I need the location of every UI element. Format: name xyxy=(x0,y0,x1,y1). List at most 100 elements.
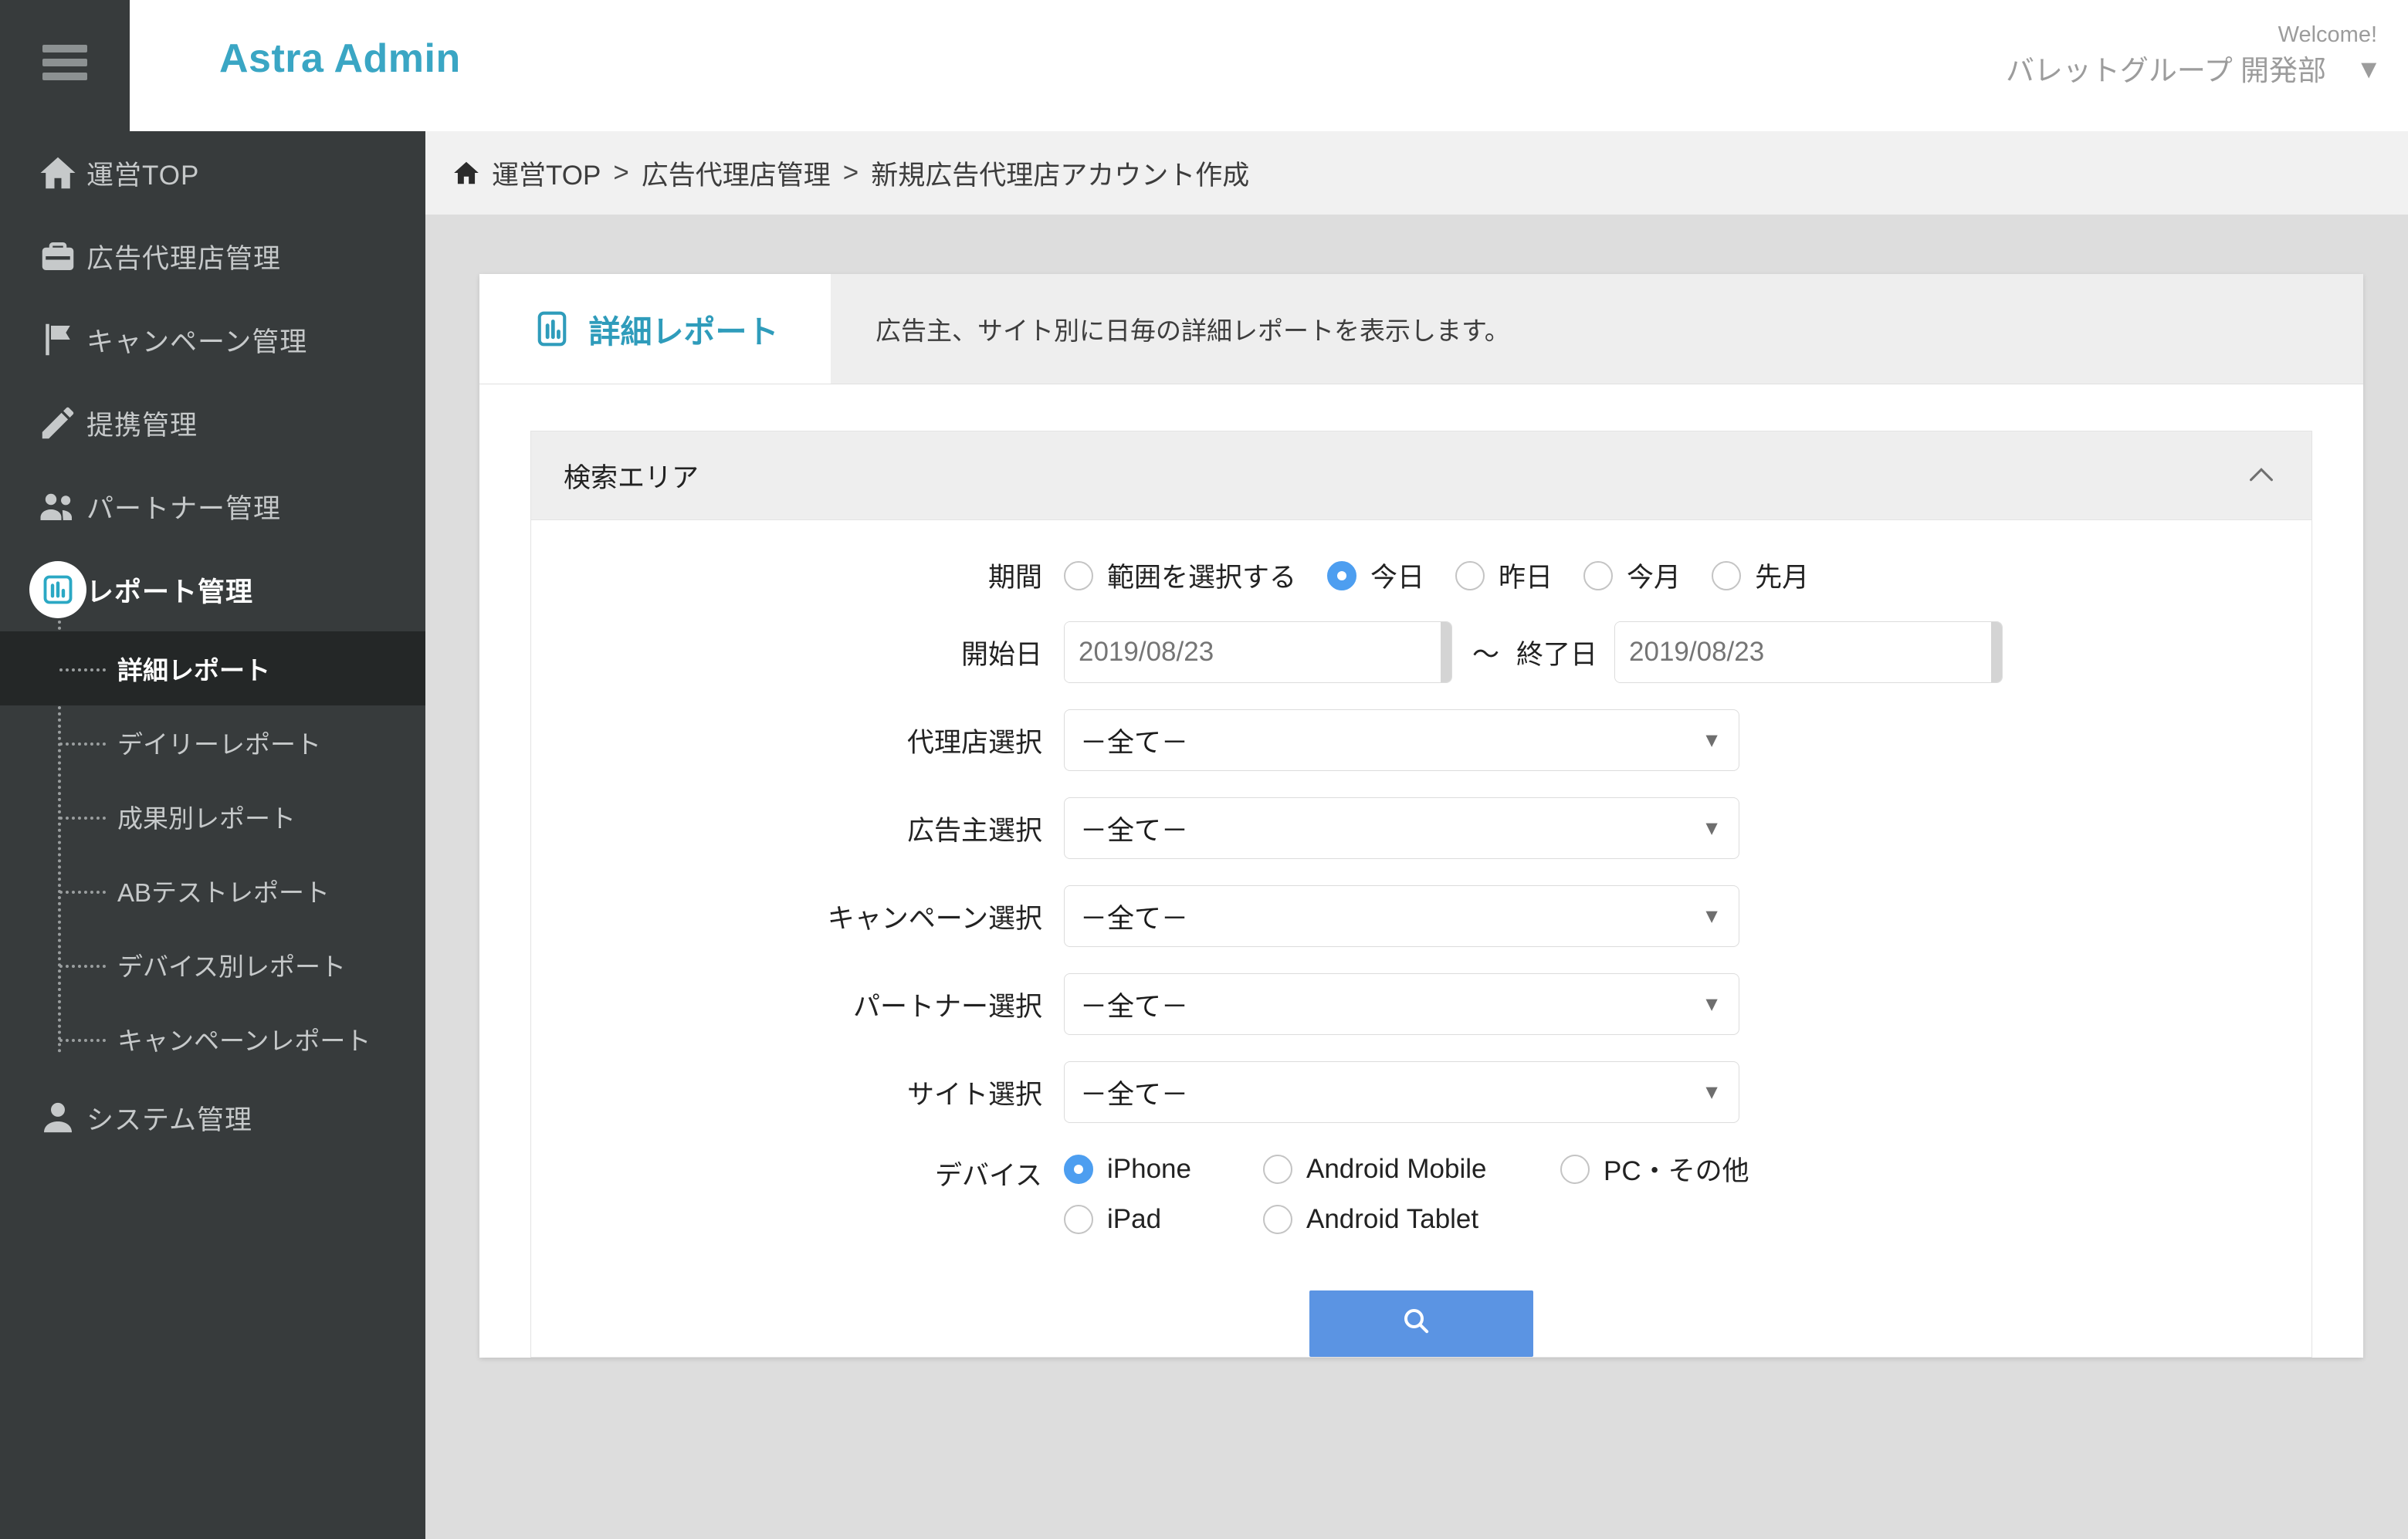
radio-dot xyxy=(1327,560,1357,590)
search-button[interactable] xyxy=(1309,1290,1533,1357)
end-date-label: 終了日 xyxy=(1516,639,1598,670)
radio-dot xyxy=(1064,1205,1093,1234)
chevron-down-icon: ▼ xyxy=(1702,728,1722,752)
radio-label: PC・その他 xyxy=(1604,1156,1749,1186)
sidebar-subitem-label: キャンペーンレポート xyxy=(117,1027,371,1055)
radio-dot xyxy=(1064,1154,1093,1184)
flag-icon xyxy=(29,319,86,360)
end-date-input[interactable] xyxy=(1615,622,1992,682)
device-radio-pc-other[interactable]: PC・その他 xyxy=(1560,1149,1815,1189)
device-radio-ipad[interactable]: iPad xyxy=(1064,1204,1232,1235)
sidebar-item-operation-top[interactable]: 運営TOP xyxy=(0,131,425,215)
start-date-field[interactable] xyxy=(1064,621,1452,683)
user-menu[interactable]: Welcome! バレットグループ 開発部 ▼ xyxy=(2005,19,2382,91)
chevron-down-icon[interactable]: ▼ xyxy=(2356,55,2382,85)
sidebar-subitem-label: 詳細レポート xyxy=(117,656,270,685)
partner-select-label: パートナー選択 xyxy=(852,991,1042,1022)
chevron-down-icon: ▼ xyxy=(1702,816,1722,840)
period-options: 範囲を選択する 今日 昨日 今月 先月 xyxy=(1064,556,1840,595)
sidebar-item-system-management[interactable]: システム管理 xyxy=(0,1076,425,1159)
chevron-down-icon: ▼ xyxy=(1702,904,1722,928)
home-icon xyxy=(29,152,86,194)
tab-description: 広告主、サイト別に日毎の詳細レポートを表示します。 xyxy=(831,274,2363,384)
start-date-input[interactable] xyxy=(1065,622,1441,682)
main-content: 運営TOP > 広告代理店管理 > 新規広告代理店アカウント作成 詳細レポート … xyxy=(425,131,2408,1539)
device-radio-android-mobile[interactable]: Android Mobile xyxy=(1263,1154,1529,1185)
tab-detail-report[interactable]: 詳細レポート xyxy=(479,274,831,384)
radio-dot xyxy=(1263,1205,1292,1234)
sidebar-subitem-campaign-report[interactable]: キャンペーンレポート xyxy=(0,1002,425,1076)
radio-dot xyxy=(1455,560,1485,590)
sidebar-item-label: キャンペーン管理 xyxy=(86,326,308,357)
period-radio-yesterday[interactable]: 昨日 xyxy=(1455,556,1553,595)
chart-icon xyxy=(29,561,86,618)
breadcrumb: 運営TOP > 広告代理店管理 > 新規広告代理店アカウント作成 xyxy=(425,131,2408,215)
search-submit-wrap xyxy=(531,1261,2311,1357)
sidebar-submenu-reports: 詳細レポート デイリーレポート 成果別レポート ABテストレポート デバイス別レ… xyxy=(0,621,425,1076)
radio-label: iPad xyxy=(1107,1204,1162,1234)
sidebar-item-agency-management[interactable]: 広告代理店管理 xyxy=(0,215,425,298)
site-select-row: サイト選択 －全て－ ▼ xyxy=(531,1061,2311,1123)
advertiser-select[interactable]: －全て－ ▼ xyxy=(1064,797,1739,859)
pencil-icon xyxy=(29,402,86,444)
period-label: 期間 xyxy=(987,563,1042,593)
search-panel: 検索エリア 期間 範囲を選択する 今日 昨日 今月 先月 開始日 2019/08… xyxy=(479,384,2363,1358)
select-value: －全て－ xyxy=(1080,991,1189,1022)
site-select-label: サイト選択 xyxy=(906,1079,1042,1110)
sidebar-item-partner-management[interactable]: パートナー管理 xyxy=(0,465,425,548)
sidebar-subitem-daily-report[interactable]: デイリーレポート xyxy=(0,705,425,780)
radio-dot xyxy=(1064,560,1093,590)
search-panel-title: 検索エリア xyxy=(564,462,699,493)
home-icon xyxy=(452,158,481,188)
breadcrumb-item-0[interactable]: 運営TOP xyxy=(492,154,601,193)
sidebar-subitem-device-report[interactable]: デバイス別レポート xyxy=(0,928,425,1002)
sidebar-subitem-abtest-report[interactable]: ABテストレポート xyxy=(0,854,425,928)
brand-title[interactable]: Astra Admin xyxy=(219,36,461,82)
period-radio-this-month[interactable]: 今月 xyxy=(1583,556,1681,595)
device-label: デバイス xyxy=(935,1161,1042,1191)
app-root: 運営TOP 広告代理店管理 キャンペーン管理 提携管理 パートナー管理 レポート… xyxy=(0,0,2408,1539)
sidebar-item-campaign-management[interactable]: キャンペーン管理 xyxy=(0,298,425,381)
end-date-field[interactable] xyxy=(1614,621,2003,683)
sidebar-item-label: レポート管理 xyxy=(86,577,254,607)
campaign-select[interactable]: －全て－ ▼ xyxy=(1064,885,1739,947)
sidebar-item-label: パートナー管理 xyxy=(86,493,282,524)
advertiser-select-row: 広告主選択 －全て－ ▼ xyxy=(531,797,2311,859)
briefcase-icon xyxy=(29,235,86,277)
device-radio-android-tablet[interactable]: Android Tablet xyxy=(1263,1204,1529,1235)
sidebar-subitem-label: デバイス別レポート xyxy=(117,952,347,981)
sidebar-subitem-performance-report[interactable]: 成果別レポート xyxy=(0,780,425,854)
sidebar-item-report-management[interactable]: レポート管理 xyxy=(0,548,425,631)
period-radio-last-month[interactable]: 先月 xyxy=(1712,556,1809,595)
radio-label: 今月 xyxy=(1627,563,1682,593)
agency-select-row: 代理店選択 －全て－ ▼ xyxy=(531,709,2311,771)
hamburger-menu-icon[interactable] xyxy=(42,45,87,80)
user-name: バレットグループ 開発部 xyxy=(2005,55,2326,86)
radio-dot xyxy=(1560,1154,1590,1184)
period-radio-range[interactable]: 範囲を選択する xyxy=(1064,556,1296,595)
agency-select[interactable]: －全て－ ▼ xyxy=(1064,709,1739,771)
site-select[interactable]: －全て－ ▼ xyxy=(1064,1061,1739,1123)
select-value: －全て－ xyxy=(1080,815,1189,846)
device-radio-iphone[interactable]: iPhone xyxy=(1064,1154,1232,1185)
calendar-icon[interactable] xyxy=(1441,622,1451,682)
chevron-up-icon[interactable] xyxy=(2244,458,2279,493)
sidebar-subitem-label: 成果別レポート xyxy=(117,804,296,833)
welcome-label: Welcome! xyxy=(2278,22,2377,47)
report-card: 詳細レポート 広告主、サイト別に日毎の詳細レポートを表示します。 検索エリア 期… xyxy=(479,274,2363,1358)
period-radio-today[interactable]: 今日 xyxy=(1327,556,1424,595)
calendar-icon[interactable] xyxy=(1991,622,2003,682)
partner-select[interactable]: －全て－ ▼ xyxy=(1064,973,1739,1035)
search-panel-header[interactable]: 検索エリア xyxy=(530,431,2312,520)
breadcrumb-item-1[interactable]: 広告代理店管理 xyxy=(642,154,831,193)
radio-label: 今日 xyxy=(1370,563,1425,593)
sidebar-item-partnership-management[interactable]: 提携管理 xyxy=(0,381,425,465)
agency-select-label: 代理店選択 xyxy=(906,727,1042,758)
partner-select-row: パートナー選択 －全て－ ▼ xyxy=(531,973,2311,1035)
sidebar: 運営TOP 広告代理店管理 キャンペーン管理 提携管理 パートナー管理 レポート… xyxy=(0,0,425,1539)
sidebar-item-label: 広告代理店管理 xyxy=(86,243,282,274)
device-row-2: iPad Android Tablet xyxy=(1064,1204,1846,1235)
radio-label: Android Tablet xyxy=(1306,1204,1479,1234)
sidebar-subitem-label: デイリーレポート xyxy=(117,730,321,759)
sidebar-subitem-detail-report[interactable]: 詳細レポート xyxy=(0,631,425,705)
